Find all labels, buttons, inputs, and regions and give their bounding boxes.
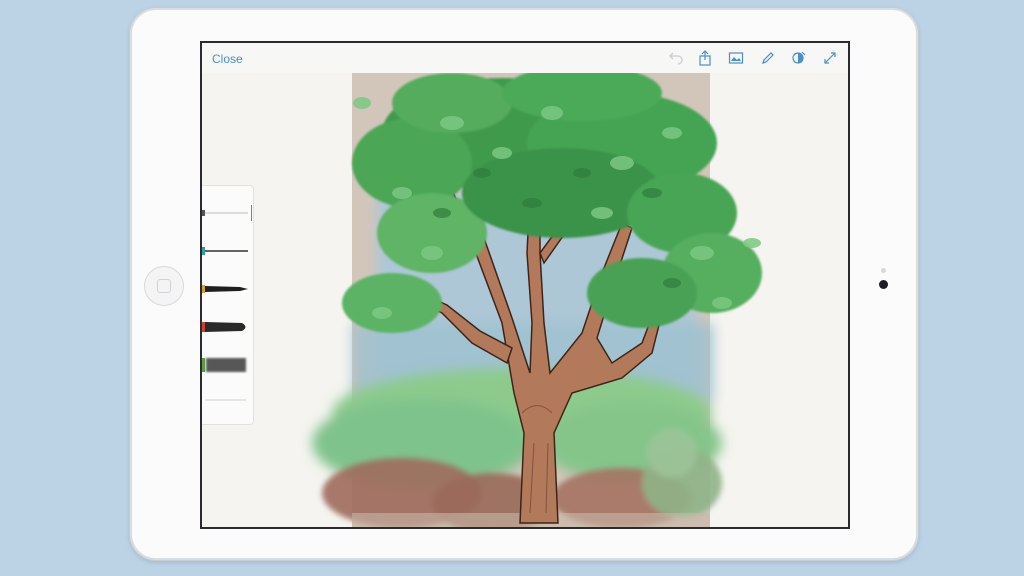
tapered-ink-brush-icon[interactable] [202,278,252,298]
brush-panel [202,185,254,425]
app-screen: Close [200,41,850,529]
home-button[interactable] [144,266,184,306]
tree-painting [312,65,762,527]
fine-line-brush-icon[interactable] [202,240,252,260]
marker-brush-icon[interactable] [202,316,252,336]
undo-icon[interactable] [667,50,683,66]
share-icon[interactable] [697,50,713,66]
light-sensor [881,268,886,273]
eraser-brush-icon[interactable] [202,392,252,412]
top-toolbar: Close [202,43,848,73]
drawing-canvas[interactable] [202,65,848,527]
thin-pen-brush-icon[interactable] [202,202,252,222]
expand-icon[interactable] [822,50,838,66]
front-camera [879,280,888,289]
pencil-icon[interactable] [760,50,776,66]
watercolor-brush-icon[interactable] [202,354,252,374]
image-icon[interactable] [728,50,744,66]
close-button[interactable]: Close [212,52,243,66]
layers-icon[interactable] [791,50,807,66]
